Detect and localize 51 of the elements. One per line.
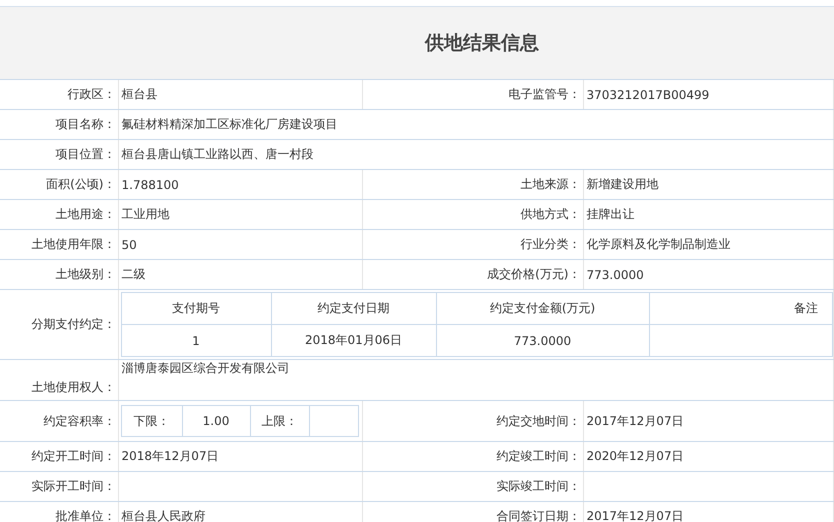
- column-header: 支付期号: [172, 301, 220, 315]
- field-value: 桓台县人民政府: [122, 509, 206, 522]
- field-label: 供地方式：: [520, 207, 580, 221]
- field-label: 约定交地时间：: [496, 414, 580, 428]
- field-value: 773.0000: [586, 268, 644, 282]
- field-label: 项目位置：: [56, 147, 116, 161]
- field-label: 约定开工时间：: [32, 449, 116, 463]
- field-label: 批准单位：: [56, 509, 116, 522]
- field-value: 2018年12月07日: [122, 449, 219, 463]
- field-label: 土地级别：: [56, 267, 116, 281]
- field-value: 桓台县: [122, 87, 158, 101]
- field-label: 成交价格(万元)：: [487, 267, 580, 281]
- field-value: 桓台县唐山镇工业路以西、唐一村段: [122, 147, 314, 161]
- field-value: 1.788100: [122, 178, 179, 192]
- table-cell: 1: [192, 334, 200, 348]
- field-label: 约定容积率：: [44, 414, 116, 428]
- field-value: 2020年12月07日: [586, 449, 684, 463]
- column-header: 约定支付日期: [318, 301, 390, 315]
- field-value: 淄博唐泰园区综合开发有限公司: [122, 361, 290, 375]
- field-value: 3703212017B00499: [586, 88, 710, 102]
- field-value: 工业用地: [122, 207, 170, 221]
- field-value: 挂牌出让: [586, 207, 634, 221]
- column-header: 备注: [794, 301, 818, 315]
- field-value: 2017年12月07日: [586, 414, 684, 428]
- field-label: 实际开工时间：: [32, 479, 116, 493]
- field-label: 约定竣工时间：: [496, 449, 580, 463]
- field-label: 行业分类：: [520, 237, 580, 251]
- field-value: 二级: [122, 267, 146, 281]
- page-title: 供地结果信息: [425, 31, 539, 56]
- field-value: 2017年12月07日: [586, 509, 684, 522]
- lower-limit-value: 1.00: [202, 414, 230, 428]
- field-label: 电子监管号：: [508, 87, 580, 101]
- upper-limit-label: 上限：: [262, 414, 298, 428]
- lower-limit-label: 下限：: [134, 414, 170, 428]
- field-label: 土地使用权人：: [32, 380, 116, 394]
- field-label: 项目名称：: [56, 117, 116, 131]
- field-label: 面积(公顷)：: [46, 177, 116, 191]
- column-header: 约定支付金额(万元): [490, 301, 596, 315]
- field-label: 土地来源：: [520, 177, 580, 191]
- field-value: 50: [122, 238, 137, 252]
- field-label: 分期支付约定：: [32, 317, 116, 331]
- field-label: 行政区：: [68, 87, 116, 101]
- table-cell: 2018年01月06日: [304, 333, 402, 347]
- field-label: 土地用途：: [56, 207, 116, 221]
- field-label: 土地使用年限：: [32, 237, 116, 251]
- table-cell: 773.0000: [514, 334, 572, 348]
- field-value: 氟硅材料精深加工区标准化厂房建设项目: [122, 117, 338, 131]
- field-value: 化学原料及化学制品制造业: [586, 237, 730, 251]
- field-value: 新增建设用地: [586, 177, 658, 191]
- field-label: 合同签订日期：: [496, 509, 580, 522]
- field-label: 实际竣工时间：: [496, 479, 580, 493]
